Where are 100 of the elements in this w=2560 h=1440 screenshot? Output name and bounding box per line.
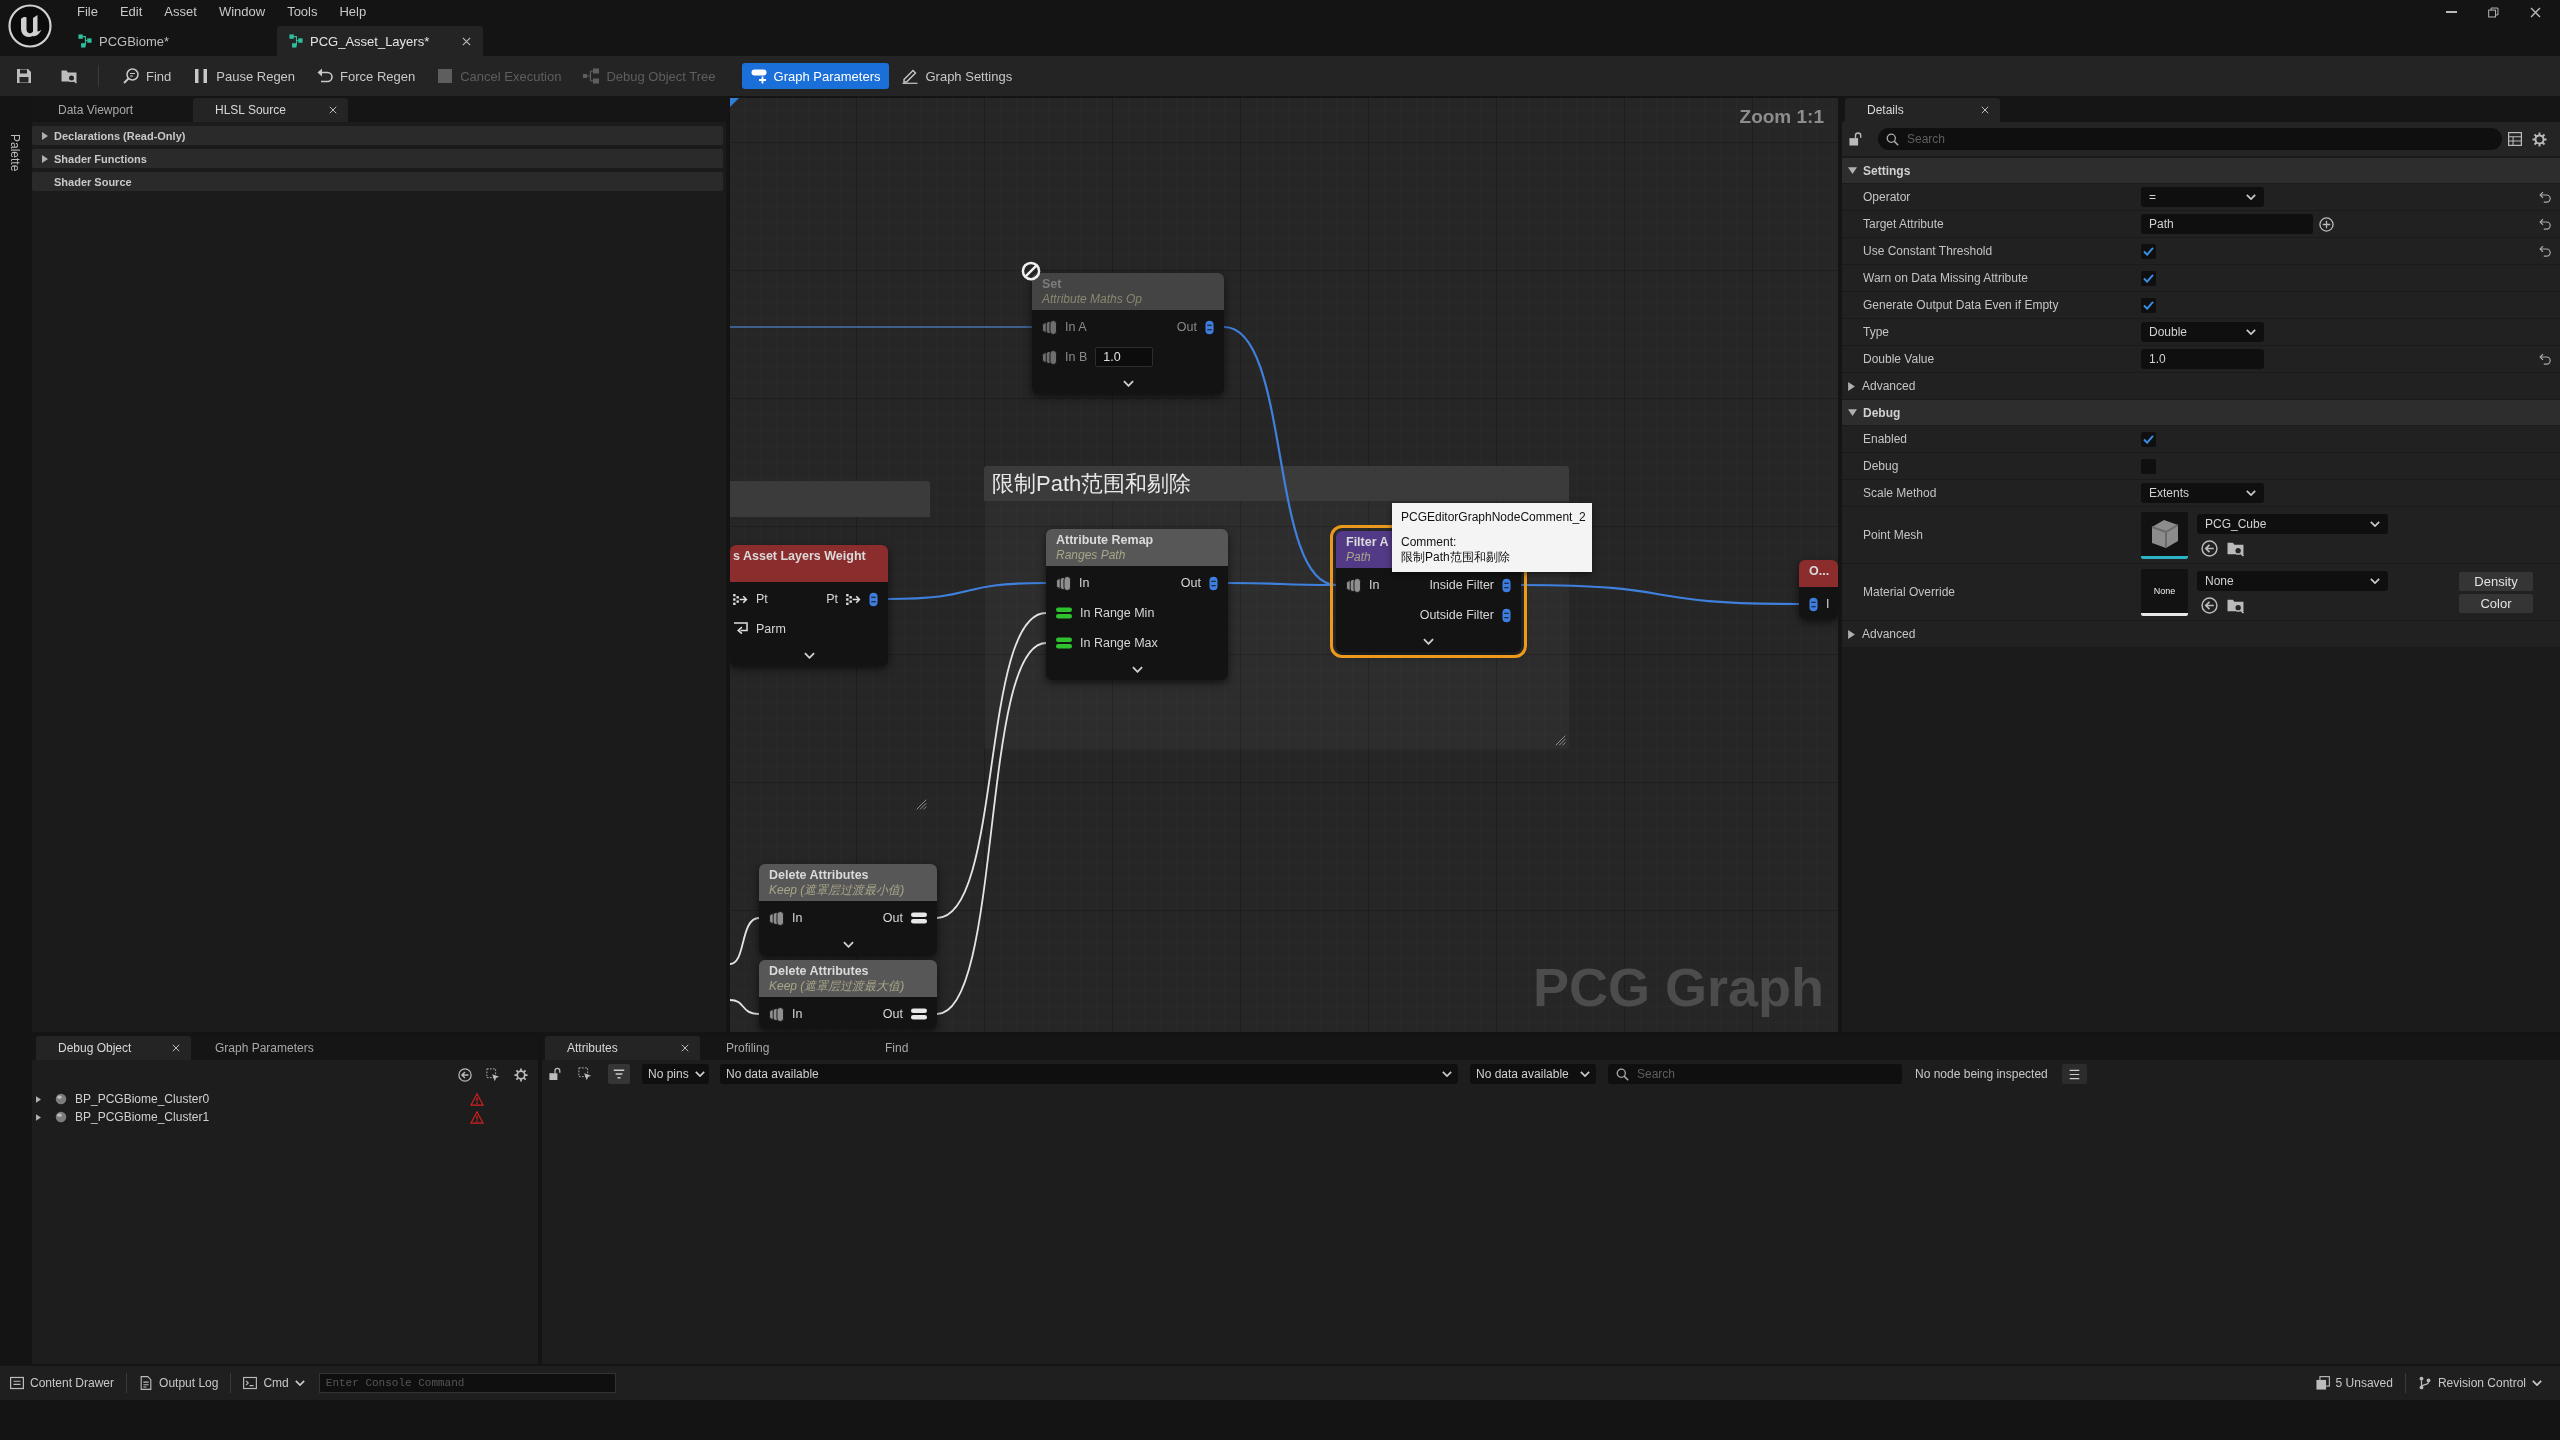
panel-tab[interactable]: Find (863, 1036, 1018, 1060)
node-header[interactable]: Delete Attributes Keep (遮罩层过渡最大值) (759, 960, 937, 997)
unlocked-padlock-icon[interactable] (1849, 131, 1862, 147)
panel-tab[interactable]: Details (1845, 98, 2000, 122)
document-tab[interactable]: PCG_Asset_Layers* (277, 26, 483, 56)
status-button[interactable]: Content Drawer (4, 1371, 121, 1395)
bars-pin-icon[interactable] (1056, 607, 1072, 619)
return-arrow-icon[interactable] (733, 622, 748, 636)
menu-item[interactable]: Window (218, 4, 266, 20)
option-button[interactable]: Density (2459, 571, 2533, 591)
menu-item[interactable]: Edit (119, 4, 143, 20)
arrow-left-circle-icon[interactable] (458, 1068, 472, 1082)
resize-grip-icon[interactable] (1555, 735, 1566, 746)
add-circle-icon[interactable] (2319, 216, 2334, 232)
menu-item[interactable]: Asset (164, 4, 197, 20)
arrow-left-circle-icon[interactable] (2201, 539, 2218, 557)
checkbox[interactable] (2141, 297, 2156, 313)
grid-arrow-icon[interactable] (733, 593, 748, 605)
logo-icon[interactable] (8, 4, 52, 48)
chevron-down-icon[interactable] (803, 651, 815, 659)
status-button[interactable]: Cmd (237, 1371, 311, 1395)
collapsed-arrow-icon[interactable] (1848, 629, 1855, 639)
stack-pin-icon[interactable] (769, 1006, 784, 1022)
capsule-pin-icon[interactable] (1502, 607, 1511, 623)
close-icon[interactable] (681, 1044, 689, 1052)
status-button[interactable]: Revision Control (2411, 1371, 2548, 1395)
dropdown[interactable]: No pins (642, 1064, 709, 1084)
checkbox[interactable] (2141, 431, 2156, 447)
menu-item[interactable]: Tools (287, 4, 318, 20)
category-row[interactable]: Declarations (Read-Only) (32, 126, 723, 145)
restore-icon[interactable] (2488, 6, 2499, 18)
graph-node[interactable]: Attribute Remap Ranges Path In Out In Range Min In Range Max (1046, 529, 1228, 680)
graph-node[interactable]: Delete Attributes Keep (遮罩层过渡最小值) In Out (759, 864, 937, 955)
expanded-arrow-icon[interactable] (1848, 409, 1857, 416)
number-field[interactable]: 1.0 (2141, 349, 2264, 369)
category-row[interactable]: Shader Functions (32, 149, 723, 168)
bars-pin-icon[interactable] (911, 1008, 927, 1020)
capsule-pin-icon[interactable] (1209, 575, 1218, 591)
dropdown[interactable]: No data available (1470, 1064, 1596, 1084)
group-label[interactable]: Advanced (1862, 379, 1916, 393)
asset-dropdown[interactable]: None (2197, 570, 2388, 591)
chevron-down-icon[interactable] (842, 940, 854, 948)
category-row[interactable]: Shader Source (32, 172, 723, 191)
close-icon[interactable] (1981, 106, 1989, 114)
grid-arrow-icon[interactable] (846, 593, 861, 605)
filter-button[interactable] (608, 1064, 630, 1084)
selection-cursor-icon[interactable] (486, 1068, 500, 1082)
reset-arrow-icon[interactable] (2539, 245, 2551, 257)
checkbox[interactable] (2141, 243, 2156, 259)
graph-node[interactable]: O... I (1799, 560, 1838, 619)
dropdown[interactable]: Extents (2141, 483, 2264, 503)
panel-tab[interactable]: Profiling (704, 1036, 859, 1060)
settings-icon[interactable] (2532, 131, 2547, 147)
tree-item[interactable]: BP_PCGBiome_Cluster0 (75, 1092, 210, 1106)
close-icon[interactable] (172, 1044, 180, 1052)
section-header[interactable]: Debug (1842, 400, 2560, 426)
chevron-down-icon[interactable] (1423, 637, 1434, 645)
resize-grip-icon[interactable] (916, 799, 927, 810)
side-tab[interactable]: Palette (8, 134, 22, 172)
menu-item[interactable]: File (77, 4, 98, 20)
checkbox[interactable] (2141, 270, 2156, 286)
toolbar-button[interactable]: Force Regen (308, 63, 425, 89)
save-icon[interactable] (16, 68, 32, 84)
status-button[interactable]: Output Log (133, 1371, 225, 1395)
bars-pin-icon[interactable] (911, 912, 927, 924)
dropdown[interactable]: = (2141, 187, 2264, 207)
asset-thumbnail[interactable]: None (2141, 568, 2188, 616)
option-button[interactable]: Color (2459, 593, 2533, 613)
toolbar-button[interactable]: Pause Regen (184, 63, 305, 89)
graph-node[interactable]: Delete Attributes Keep (遮罩层过渡最大值) In Out (759, 960, 937, 1029)
node-header[interactable]: s Asset Layers Weight (730, 545, 888, 582)
toolbar-button[interactable]: Find (114, 63, 181, 89)
node-header[interactable]: O... (1799, 560, 1838, 587)
collapsed-arrow-icon[interactable] (42, 154, 48, 163)
collapsed-arrow-icon[interactable] (36, 1095, 41, 1103)
asset-thumbnail[interactable] (2141, 511, 2188, 559)
text-field[interactable]: Path (2141, 214, 2313, 234)
status-button[interactable]: 5 Unsaved (2309, 1371, 2399, 1395)
toolbar-button[interactable]: Graph Parameters (741, 63, 890, 89)
node-header[interactable]: Attribute Remap Ranges Path (1046, 529, 1228, 566)
panel-tab[interactable]: Data Viewport (36, 98, 191, 122)
close-icon[interactable] (2530, 6, 2541, 18)
menu-item[interactable]: Help (339, 4, 367, 20)
dropdown[interactable]: Double (2141, 322, 2264, 342)
panel-tab[interactable]: Debug Object (36, 1036, 191, 1060)
asset-dropdown[interactable]: PCG_Cube (2197, 513, 2388, 534)
dropdown[interactable]: No data available (720, 1064, 1458, 1084)
document-tab[interactable]: PCGBiome* (66, 26, 272, 56)
panel-tab[interactable]: Graph Parameters (193, 1036, 348, 1060)
folder-search-icon[interactable] (61, 68, 77, 84)
bars-pin-icon[interactable] (1056, 637, 1072, 649)
graph-node[interactable]: s Asset Layers Weight Pt Pt Parm (730, 545, 888, 666)
section-header[interactable]: Settings (1842, 158, 2560, 184)
reset-arrow-icon[interactable] (2539, 353, 2551, 365)
unlocked-padlock-icon[interactable] (549, 1067, 561, 1081)
table-view-icon[interactable] (2508, 132, 2522, 146)
stack-pin-icon[interactable] (769, 910, 784, 926)
collapsed-arrow-icon[interactable] (36, 1113, 41, 1121)
capsule-pin-icon[interactable] (1502, 577, 1511, 593)
capsule-pin-icon[interactable] (869, 591, 878, 607)
